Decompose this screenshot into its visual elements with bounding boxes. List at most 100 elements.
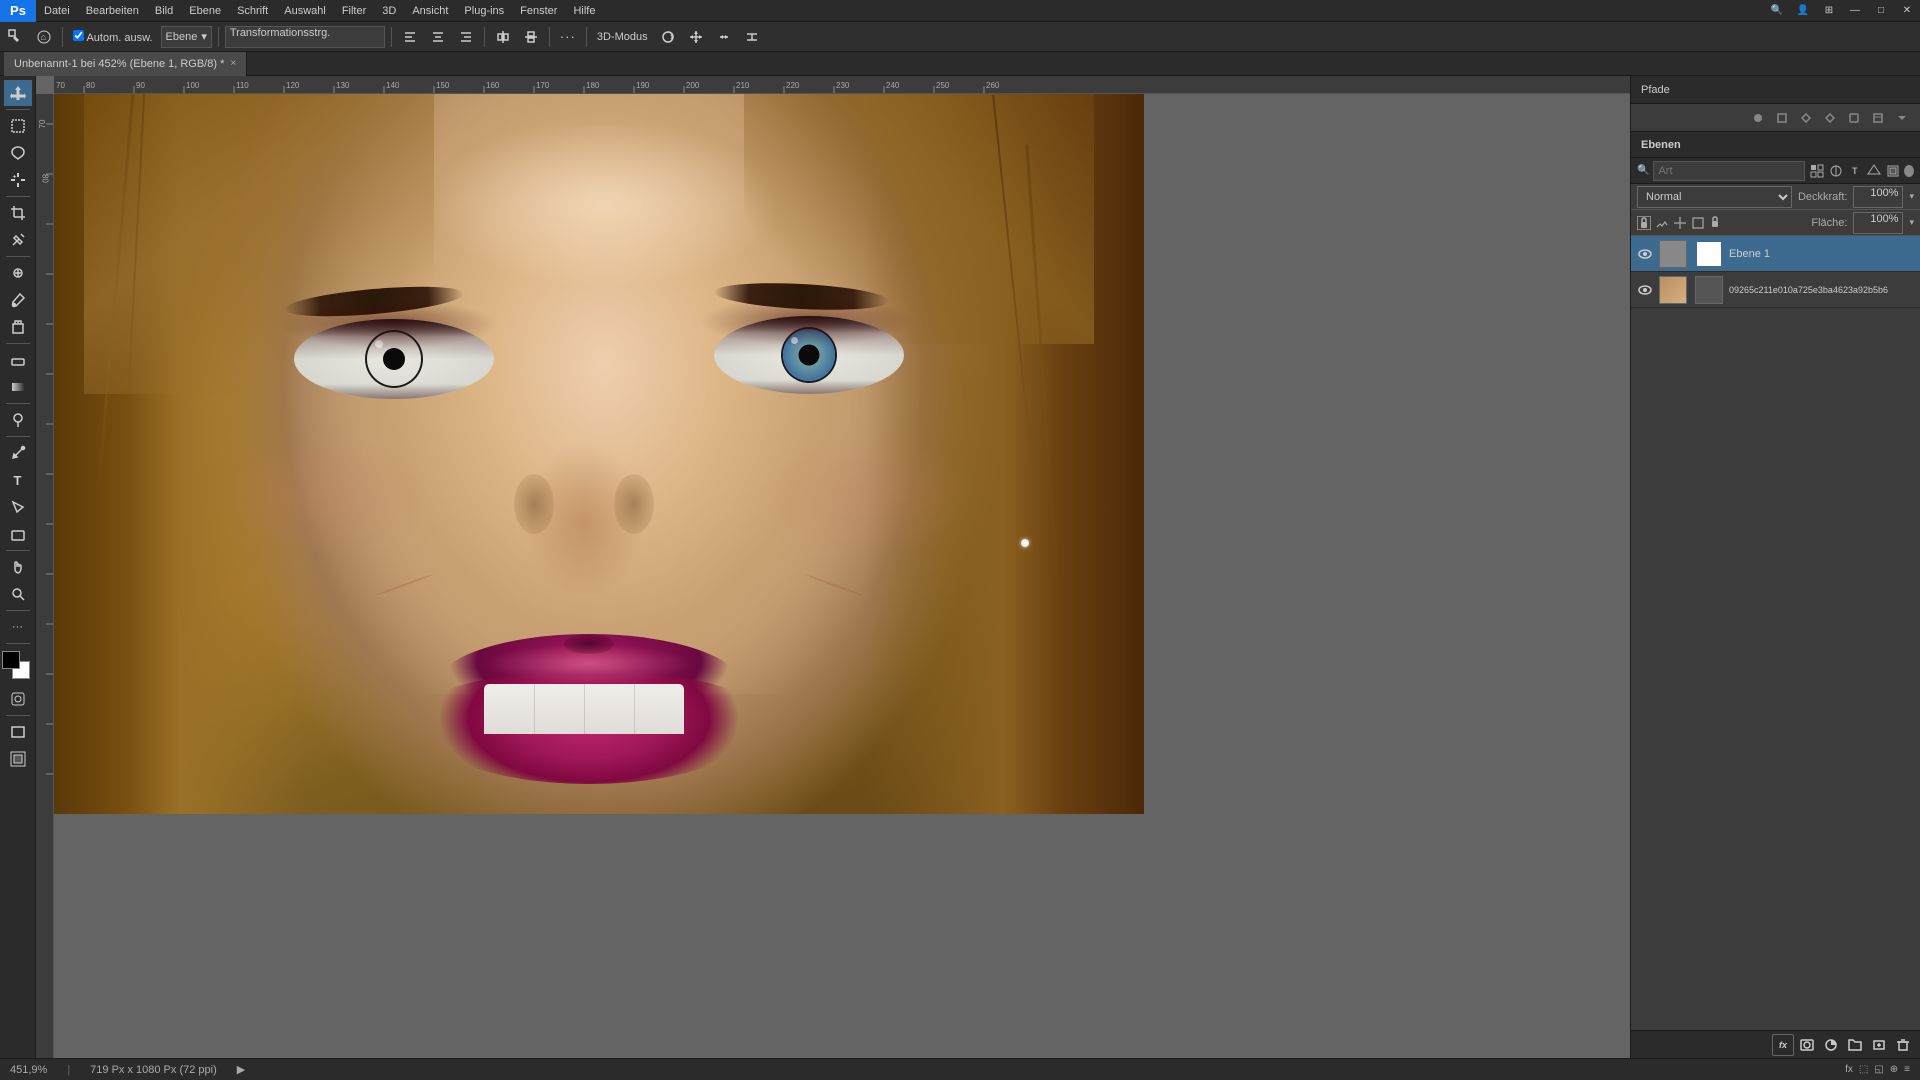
status-icon-4[interactable]: ⊕: [1890, 1064, 1898, 1075]
dodge-tool-btn[interactable]: [4, 407, 32, 433]
panel-icon-arr-right[interactable]: [1844, 108, 1864, 128]
zoom-tool-btn[interactable]: [4, 581, 32, 607]
gradient-tool-btn[interactable]: [4, 374, 32, 400]
menu-bild[interactable]: Bild: [147, 0, 181, 21]
menu-datei[interactable]: Datei: [36, 0, 78, 21]
fill-chevron[interactable]: ▾: [1909, 217, 1914, 228]
quick-mask-btn[interactable]: [4, 686, 32, 712]
slide-3d-btn[interactable]: [740, 25, 764, 49]
panel-icon-diamond[interactable]: [1796, 108, 1816, 128]
opacity-value[interactable]: 100%: [1853, 186, 1903, 208]
layer-mask-thumb-2[interactable]: [1695, 276, 1723, 304]
layer-visibility-toggle[interactable]: [1637, 282, 1653, 298]
status-icon-2[interactable]: ⬚: [1859, 1064, 1868, 1075]
menu-auswahl[interactable]: Auswahl: [276, 0, 334, 21]
move-home-btn[interactable]: ⌂: [32, 25, 56, 49]
marquee-tool-btn[interactable]: [4, 113, 32, 139]
artboard-btn[interactable]: [4, 746, 32, 772]
zoom-3d-btn[interactable]: [712, 25, 736, 49]
status-icon-5[interactable]: ≡: [1904, 1064, 1910, 1075]
menu-bearbeiten[interactable]: Bearbeiten: [78, 0, 147, 21]
panel-icon-expand[interactable]: [1868, 108, 1888, 128]
filter-shape-btn[interactable]: [1866, 162, 1881, 180]
crop-tool-btn[interactable]: [4, 200, 32, 226]
layer-visibility-toggle[interactable]: [1637, 246, 1653, 262]
menu-fenster[interactable]: Fenster: [512, 0, 565, 21]
screen-mode-btn[interactable]: [4, 719, 32, 745]
add-mask-btn[interactable]: [1796, 1034, 1818, 1056]
auto-select-checkbox[interactable]: Autom. ausw.: [69, 30, 157, 44]
extras-btn[interactable]: ···: [4, 614, 32, 640]
align-left-btn[interactable]: [398, 25, 422, 49]
layer-mode-dropdown[interactable]: Ebene ▾: [161, 26, 212, 48]
shape-tool-btn[interactable]: [4, 521, 32, 547]
filter-pixel-btn[interactable]: [1809, 162, 1824, 180]
hand-tool-btn[interactable]: [4, 554, 32, 580]
filter-text-btn[interactable]: T: [1847, 162, 1862, 180]
lock-transparency-btn[interactable]: [1637, 216, 1651, 230]
menu-filter[interactable]: Filter: [334, 0, 374, 21]
arrange-btn[interactable]: ⊞: [1816, 0, 1842, 22]
status-icon-1[interactable]: fx: [1845, 1064, 1853, 1075]
panel-icon-collapse[interactable]: [1892, 108, 1912, 128]
blend-mode-select[interactable]: Normal Multiplizieren Bildschirm: [1637, 186, 1792, 208]
tab-close-btn[interactable]: ×: [230, 58, 236, 69]
pfade-tab[interactable]: Pfade: [1631, 76, 1920, 104]
delete-layer-btn[interactable]: [1892, 1034, 1914, 1056]
search-global-btn[interactable]: 🔍: [1764, 0, 1790, 22]
eraser-tool-btn[interactable]: [4, 347, 32, 373]
transform-input[interactable]: Transformationsstrg.: [225, 26, 385, 48]
layer-fx-btn[interactable]: fx: [1772, 1034, 1794, 1056]
maximize-btn[interactable]: □: [1868, 0, 1894, 22]
minimize-btn[interactable]: —: [1842, 0, 1868, 22]
dist-v-btn[interactable]: [519, 25, 543, 49]
panel-icon-square[interactable]: [1772, 108, 1792, 128]
move-tool-btn[interactable]: [4, 80, 32, 106]
brush-tool-btn[interactable]: [4, 287, 32, 313]
status-arrow[interactable]: ▶: [237, 1063, 245, 1076]
menu-plugins[interactable]: Plug-ins: [456, 0, 512, 21]
document-tab[interactable]: Unbenannt-1 bei 452% (Ebene 1, RGB/8) * …: [4, 52, 247, 76]
eyedropper-tool-btn[interactable]: [4, 227, 32, 253]
add-adjustment-btn[interactable]: [1820, 1034, 1842, 1056]
color-swatches[interactable]: [2, 651, 34, 683]
layers-search-input[interactable]: [1653, 161, 1805, 181]
more-options-btn[interactable]: ···: [556, 25, 580, 49]
add-layer-btn[interactable]: [1868, 1034, 1890, 1056]
menu-schrift[interactable]: Schrift: [229, 0, 276, 21]
filter-adj-btn[interactable]: [1828, 162, 1843, 180]
opacity-chevron[interactable]: ▾: [1909, 191, 1914, 202]
layer-item[interactable]: 09265c211e010a725e3ba4623a92b5b6: [1631, 272, 1920, 308]
lock-position-btn[interactable]: [1673, 216, 1687, 230]
pan-3d-btn[interactable]: [684, 25, 708, 49]
align-right-btn[interactable]: [454, 25, 478, 49]
filter-smart-btn[interactable]: [1885, 162, 1900, 180]
close-btn[interactable]: ✕: [1894, 0, 1920, 22]
panel-icon-diamond2[interactable]: [1820, 108, 1840, 128]
user-btn[interactable]: 👤: [1790, 0, 1816, 22]
clone-tool-btn[interactable]: [4, 314, 32, 340]
healing-tool-btn[interactable]: [4, 260, 32, 286]
auto-select-check[interactable]: [73, 30, 84, 41]
menu-hilfe[interactable]: Hilfe: [565, 0, 603, 21]
text-tool-btn[interactable]: T: [4, 467, 32, 493]
layer-item[interactable]: Ebene 1: [1631, 236, 1920, 272]
status-icon-3[interactable]: ◱: [1874, 1064, 1883, 1075]
magic-wand-tool-btn[interactable]: [4, 167, 32, 193]
dist-h-btn[interactable]: [491, 25, 515, 49]
rotate-3d-btn[interactable]: [656, 25, 680, 49]
pen-tool-btn[interactable]: [4, 440, 32, 466]
menu-3d[interactable]: 3D: [374, 0, 404, 21]
lock-artboard-btn[interactable]: [1691, 216, 1705, 230]
panel-icon-circle[interactable]: [1748, 108, 1768, 128]
lock-image-btn[interactable]: [1655, 216, 1669, 230]
add-group-btn[interactable]: [1844, 1034, 1866, 1056]
path-selection-btn[interactable]: [4, 494, 32, 520]
menu-ebene[interactable]: Ebene: [181, 0, 229, 21]
lasso-tool-btn[interactable]: [4, 140, 32, 166]
align-center-btn[interactable]: [426, 25, 450, 49]
menu-ansicht[interactable]: Ansicht: [404, 0, 456, 21]
layer-mask-thumb[interactable]: [1695, 240, 1723, 268]
lock-all-btn[interactable]: [1709, 216, 1723, 230]
filter-toggle-btn[interactable]: [1904, 165, 1914, 177]
